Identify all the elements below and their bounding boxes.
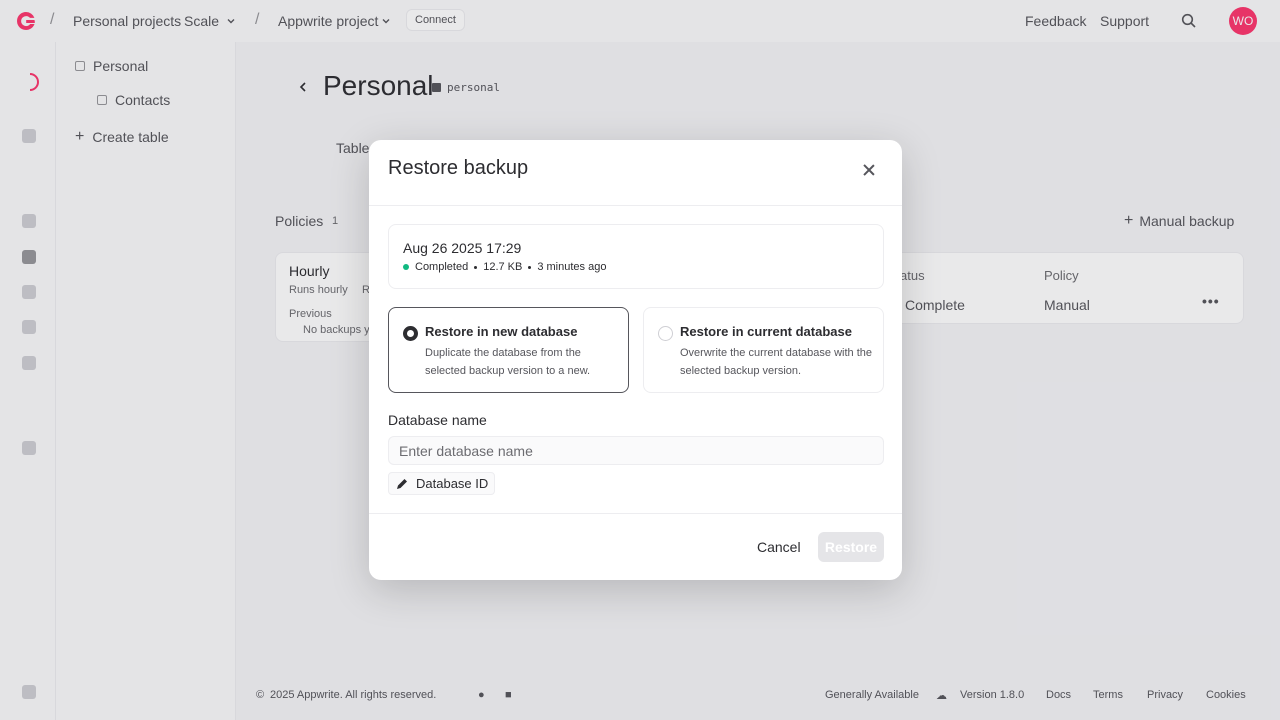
database-name-input[interactable] bbox=[388, 436, 884, 465]
restore-backup-modal: Restore backup Aug 26 2025 17:29 Complet… bbox=[369, 140, 902, 580]
option-description: Duplicate the database from the selected… bbox=[425, 347, 591, 377]
close-icon[interactable] bbox=[858, 160, 880, 182]
database-name-label: Database name bbox=[388, 412, 487, 428]
backup-age: 3 minutes ago bbox=[537, 261, 607, 273]
pencil-icon bbox=[397, 478, 407, 489]
radio-selected-icon[interactable] bbox=[403, 326, 418, 341]
restore-button[interactable]: Restore bbox=[818, 532, 884, 562]
backup-size: 12.7 KB bbox=[483, 261, 523, 273]
radio-unselected-icon[interactable] bbox=[658, 326, 673, 341]
database-id-button[interactable]: Database ID bbox=[388, 472, 496, 495]
status-dot-icon bbox=[403, 264, 409, 270]
option-title: Restore in current database bbox=[680, 324, 852, 339]
option-restore-current-database[interactable]: Restore in current database Overwrite th… bbox=[643, 307, 884, 393]
backup-meta: Completed 12.7 KB 3 minutes ago bbox=[403, 261, 606, 273]
selected-backup-card: Aug 26 2025 17:29 Completed 12.7 KB 3 mi… bbox=[388, 224, 884, 289]
option-restore-new-database[interactable]: Restore in new database Duplicate the da… bbox=[388, 307, 629, 393]
option-description: Overwrite the current database with the … bbox=[680, 347, 872, 377]
option-title: Restore in new database bbox=[425, 324, 578, 339]
bullet-separator bbox=[474, 265, 478, 269]
database-id-button-label: Database ID bbox=[416, 476, 489, 491]
cancel-button[interactable]: Cancel bbox=[747, 532, 811, 562]
modal-title: Restore backup bbox=[388, 157, 529, 179]
divider bbox=[369, 513, 902, 514]
backup-date: Aug 26 2025 17:29 bbox=[403, 240, 522, 256]
bullet-separator bbox=[528, 265, 532, 269]
backup-status: Completed bbox=[415, 261, 469, 273]
divider bbox=[369, 205, 902, 206]
